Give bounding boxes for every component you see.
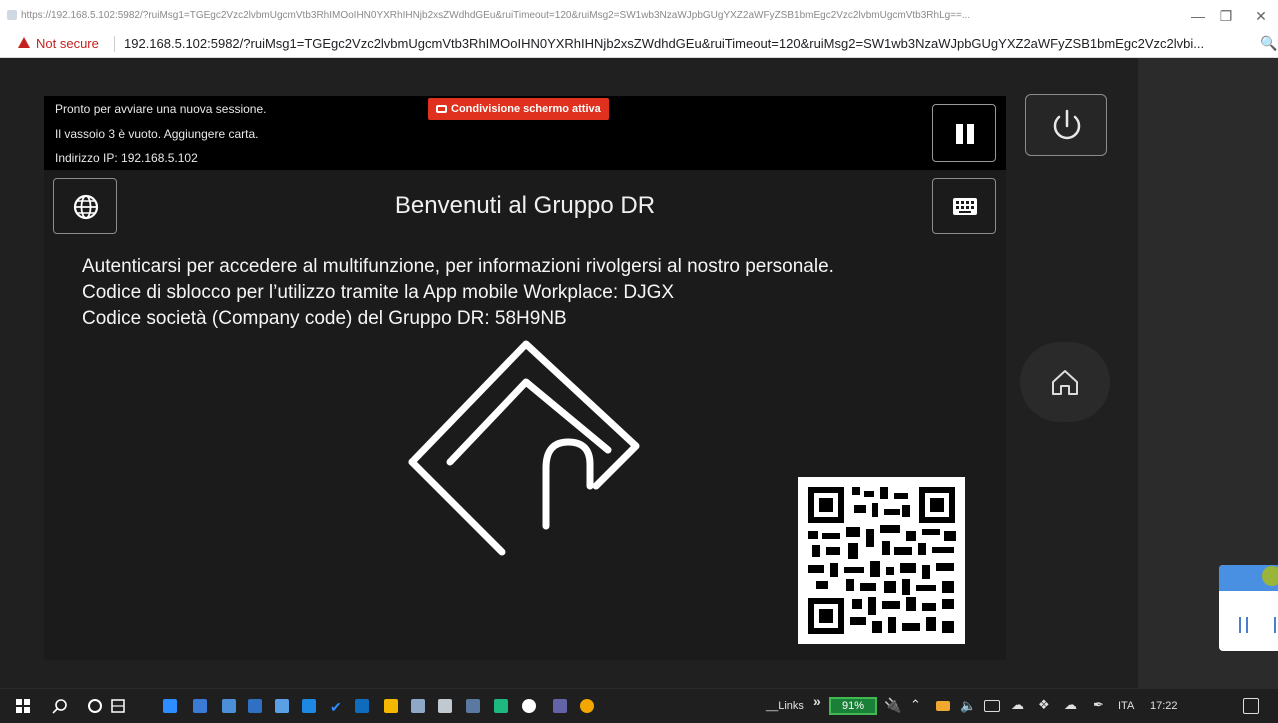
status-line: Pronto per avviare una nuova sessione. xyxy=(55,102,267,116)
task-view-icon[interactable] xyxy=(110,698,126,714)
onedrive-icon[interactable]: ☁ xyxy=(1064,697,1077,713)
pause-button[interactable] xyxy=(932,104,996,162)
widget-edge xyxy=(1274,617,1276,633)
security-label[interactable]: Not secure xyxy=(36,36,99,51)
pause-icon xyxy=(956,124,963,144)
info-line: Codice di sblocco per l’utilizzo tramite… xyxy=(82,282,675,303)
screen-share-icon xyxy=(436,105,447,113)
pause-icon xyxy=(1239,617,1241,633)
links-toolbar[interactable]: __Links xyxy=(766,700,804,712)
chevron-right-icon[interactable]: » xyxy=(813,693,821,709)
chevron-up-icon[interactable]: ⌃ xyxy=(910,697,921,713)
screen-share-widget[interactable] xyxy=(1219,565,1278,651)
dropbox-icon[interactable]: ❖ xyxy=(1038,697,1050,713)
info-line: Codice società (Company code) del Gruppo… xyxy=(82,308,567,329)
pause-icon xyxy=(967,124,974,144)
taskbar-app-icon[interactable] xyxy=(302,699,316,713)
home-icon xyxy=(1052,370,1078,395)
status-bar: Pronto per avviare una nuova sessione. I… xyxy=(44,96,1006,170)
notifications-icon[interactable] xyxy=(1243,698,1259,714)
windows-start-icon[interactable] xyxy=(16,699,30,713)
network-icon[interactable] xyxy=(984,700,1000,712)
taskbar-app-icon[interactable] xyxy=(494,699,508,713)
battery-indicator[interactable]: 91% xyxy=(829,697,877,715)
card-swipe-icon xyxy=(408,340,640,556)
pen-icon[interactable]: ✒ xyxy=(1093,697,1104,713)
screen-share-badge: Condivisione schermo attiva xyxy=(428,98,609,120)
language-button[interactable] xyxy=(53,178,117,234)
screen-share-label: Condivisione schermo attiva xyxy=(451,103,601,115)
teams-icon[interactable] xyxy=(553,699,567,713)
status-line: Indirizzo IP: 192.168.5.102 xyxy=(55,151,198,165)
home-button[interactable] xyxy=(1020,342,1110,422)
cortana-icon[interactable] xyxy=(87,698,103,714)
taskbar-app-icon[interactable] xyxy=(248,699,262,713)
info-line: Autenticarsi per accedere al multifunzio… xyxy=(82,256,834,277)
status-line: Il vassoio 3 è vuoto. Aggiungere carta. xyxy=(55,127,259,141)
keyboard-icon xyxy=(953,198,977,215)
clock[interactable]: 17:22 xyxy=(1150,700,1178,712)
taskbar-app-icon[interactable] xyxy=(163,699,177,713)
warning-icon xyxy=(18,37,30,48)
power-icon xyxy=(1053,109,1081,140)
window-title: https://192.168.5.102:5982/?ruiMsg1=TGEg… xyxy=(21,10,971,21)
taskbar: ✔ __Links » 91% 🔌 ⌃ 🔈 ☁ ❖ ☁ ✒ ITA 17:22 xyxy=(0,688,1278,723)
cloud-upload-icon[interactable]: ☁ xyxy=(1011,697,1024,713)
calculator-icon[interactable] xyxy=(466,699,480,713)
taskbar-app-icon[interactable] xyxy=(193,699,207,713)
globe-icon xyxy=(73,194,99,220)
mail-icon[interactable] xyxy=(936,701,950,711)
widget-avatar xyxy=(1262,566,1278,586)
address-bar[interactable]: Not secure 192.168.5.102:5982/?ruiMsg1=T… xyxy=(0,32,1278,58)
taskbar-app-icon[interactable] xyxy=(438,699,452,713)
plug-icon[interactable]: 🔌 xyxy=(884,697,901,714)
chrome-icon[interactable] xyxy=(580,699,594,713)
taskbar-app-icon[interactable] xyxy=(411,699,425,713)
pause-icon xyxy=(1246,617,1248,633)
welcome-title: Benvenuti al Gruppo DR xyxy=(394,192,656,219)
qr-code xyxy=(798,477,965,644)
outlook-icon[interactable] xyxy=(355,699,369,713)
taskbar-app-icon[interactable] xyxy=(222,699,236,713)
volume-icon[interactable]: 🔈 xyxy=(960,698,976,714)
url-field[interactable]: 192.168.5.102:5982/?ruiMsg1=TGEgc2Vzc2lv… xyxy=(124,36,1249,51)
favicon-icon xyxy=(7,10,17,20)
restore-icon[interactable]: ❐ xyxy=(1206,4,1246,28)
browser-titlebar: https://192.168.5.102:5982/?ruiMsg1=TGEg… xyxy=(0,0,1278,32)
close-icon[interactable]: ✕ xyxy=(1241,4,1278,28)
taskbar-app-icon[interactable] xyxy=(275,699,289,713)
check-icon[interactable]: ✔ xyxy=(330,699,344,715)
search-icon[interactable] xyxy=(52,698,68,714)
zoom-icon[interactable]: 🔍 xyxy=(1260,35,1277,52)
sticky-notes-icon[interactable] xyxy=(384,699,398,713)
taskbar-app-icon[interactable] xyxy=(522,699,536,713)
language-indicator[interactable]: ITA xyxy=(1118,700,1134,712)
keyboard-button[interactable] xyxy=(932,178,996,234)
divider xyxy=(114,36,115,52)
power-button[interactable] xyxy=(1025,94,1107,156)
